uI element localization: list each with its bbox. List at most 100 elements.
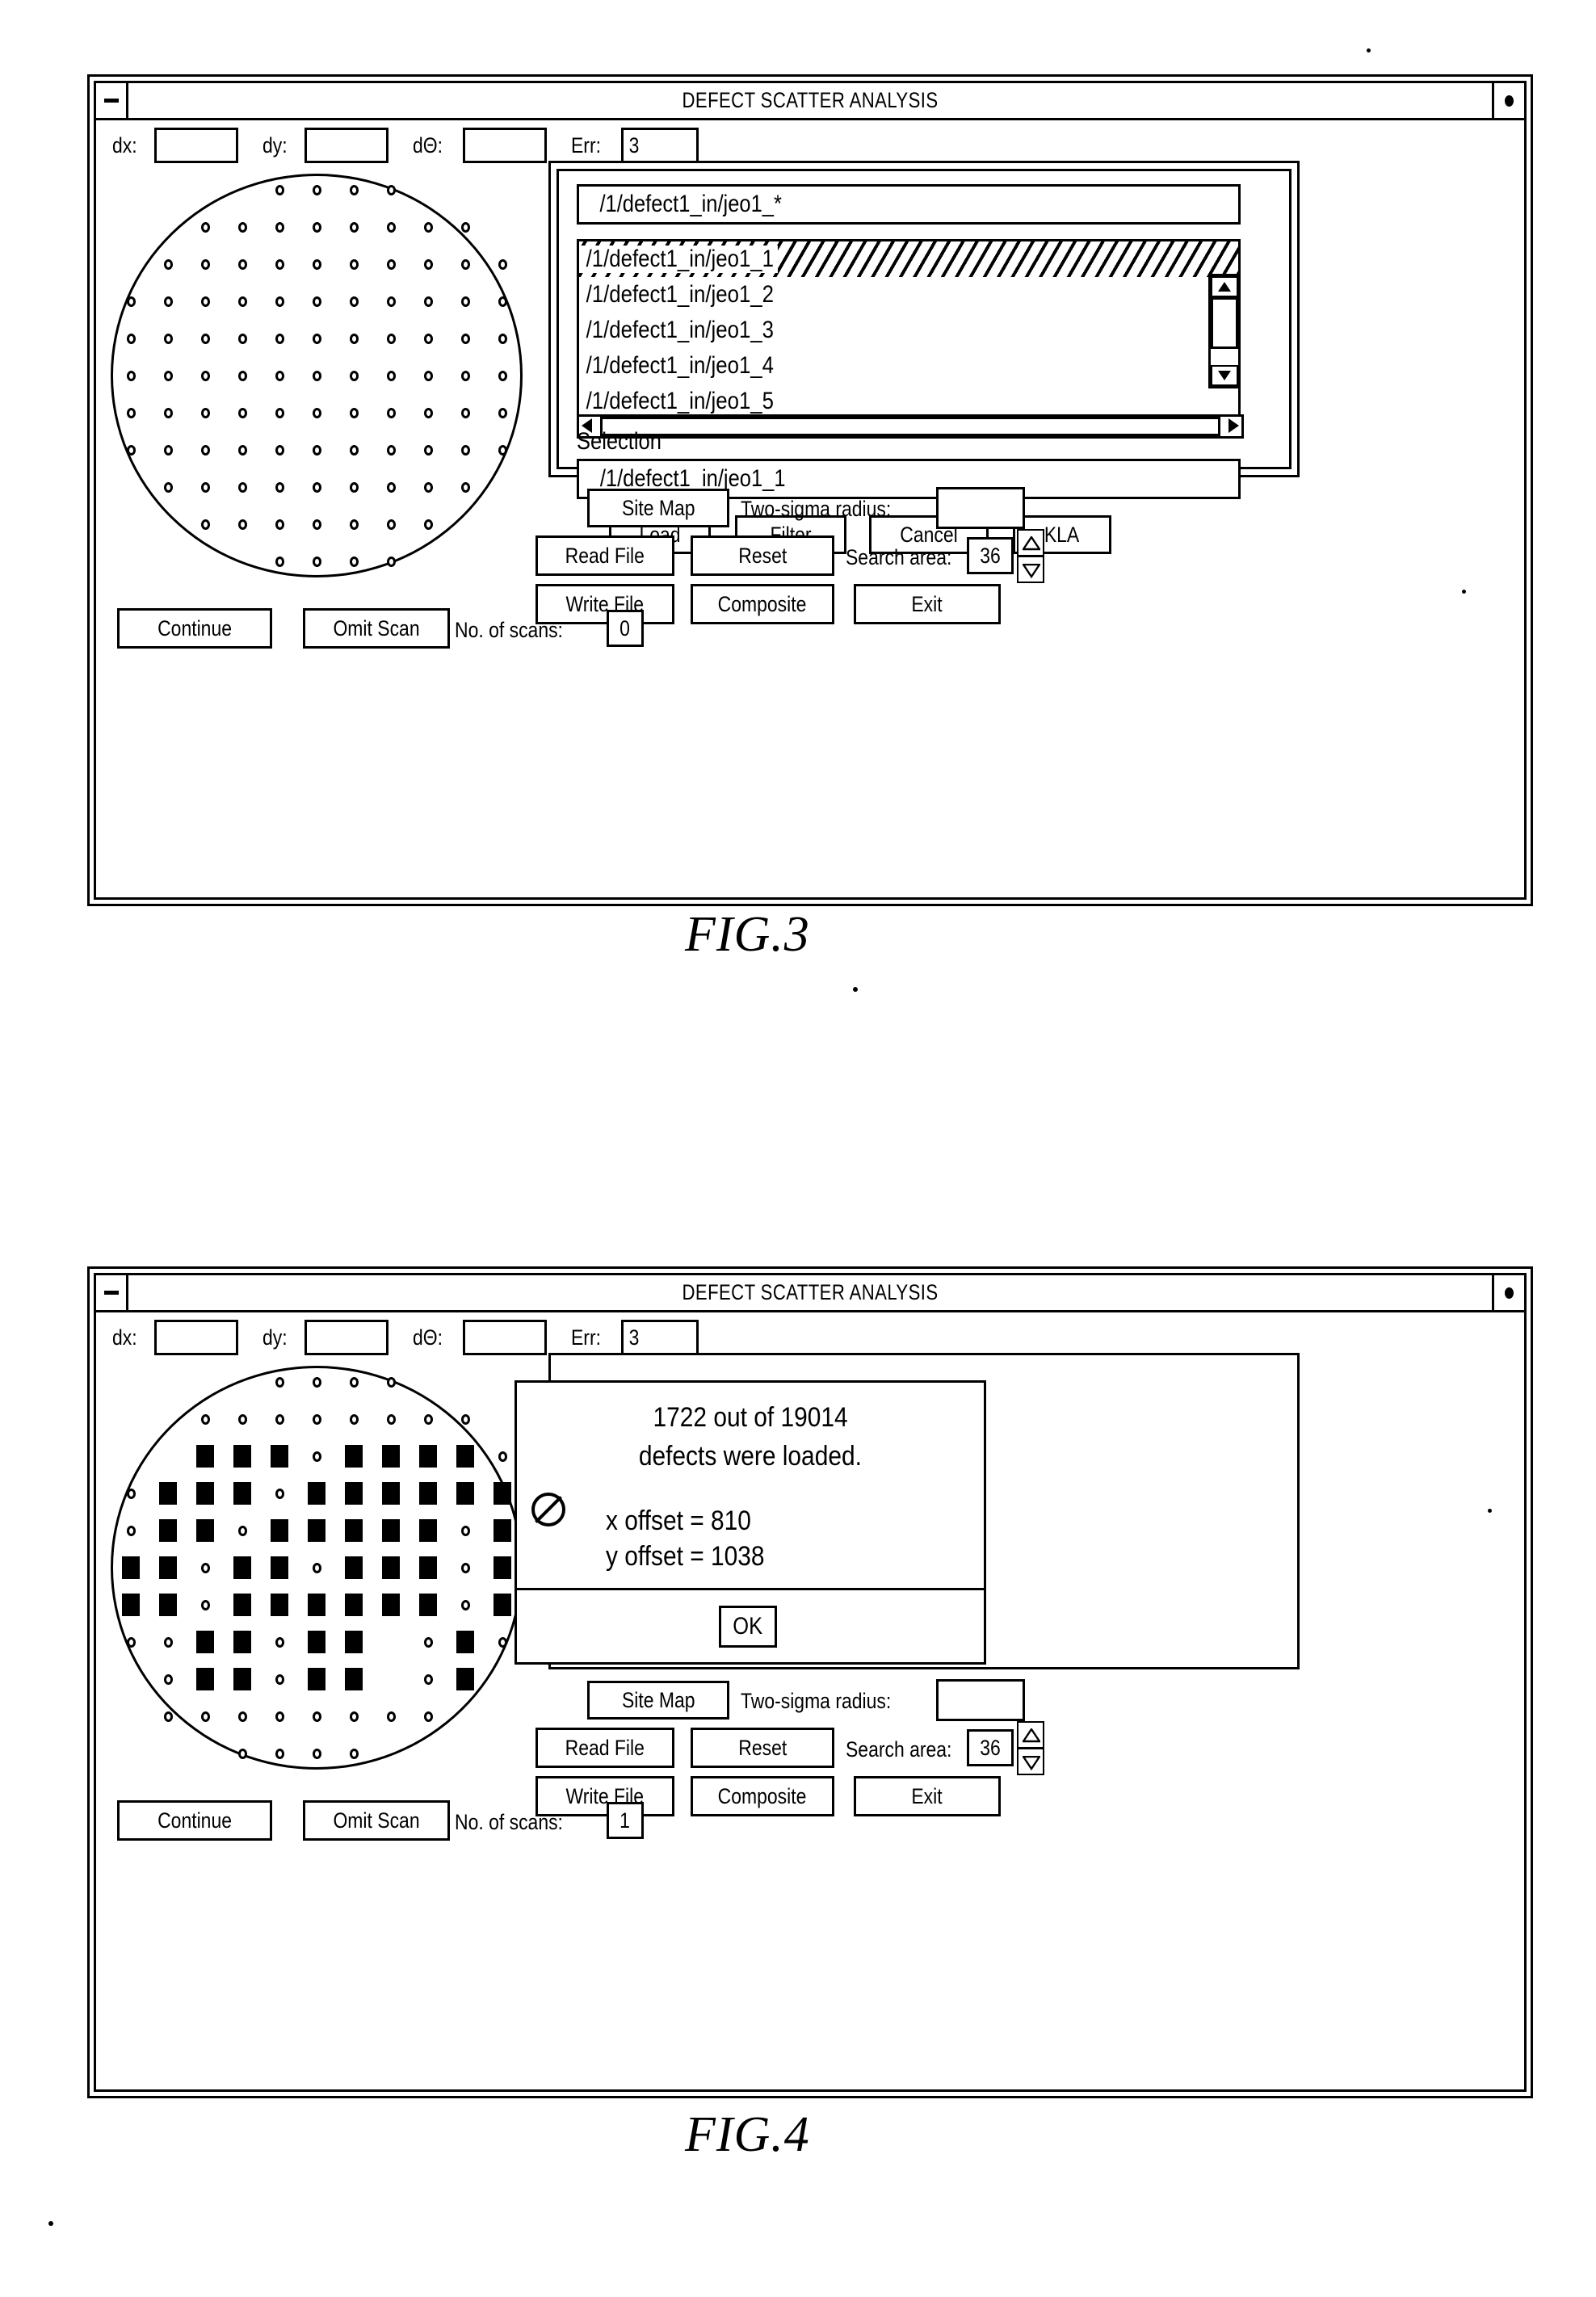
wafer-map-fig4[interactable] <box>111 1366 523 1770</box>
omit-scan-button[interactable]: Omit Scan <box>303 608 450 649</box>
empty-site <box>275 1636 284 1648</box>
h-scroll-thumb[interactable] <box>600 417 1220 436</box>
dy-input[interactable] <box>304 128 388 163</box>
dtheta-input[interactable] <box>463 128 547 163</box>
omit-scan-button[interactable]: Omit Scan <box>303 1800 450 1841</box>
reset-button[interactable]: Reset <box>691 535 834 576</box>
maximize-button[interactable] <box>1492 1275 1524 1310</box>
ok-button[interactable]: OK <box>719 1606 777 1648</box>
maximize-button[interactable] <box>1492 83 1524 118</box>
defect-site <box>308 1594 326 1616</box>
site-map-button[interactable]: Site Map <box>587 1681 729 1720</box>
read-file-button[interactable]: Read File <box>536 535 674 576</box>
defect-site <box>308 1519 326 1542</box>
minimize-button[interactable] <box>96 83 128 118</box>
list-item[interactable]: /1/defect1_in/jeo1_1 <box>579 241 1238 277</box>
exit-button[interactable]: Exit <box>854 1776 1001 1816</box>
scroll-right-arrow-icon[interactable] <box>1228 418 1239 433</box>
kla-button-label: KLA <box>1044 522 1080 547</box>
search-area-input[interactable]: 36 <box>967 537 1014 574</box>
scroll-down-arrow-icon <box>1218 371 1231 380</box>
defect-site <box>233 1631 251 1653</box>
list-item[interactable]: /1/defect1_in/jeo1_4 <box>579 348 1238 384</box>
err-input[interactable]: 3 <box>621 128 699 163</box>
empty-site <box>237 258 247 270</box>
figure-4: DEFECT SCATTER ANALYSIS dx: dy: dΘ: Err:… <box>87 1266 1533 2171</box>
vertical-scrollbar[interactable] <box>1208 274 1241 388</box>
empty-site <box>312 556 321 567</box>
defect-site <box>196 1445 214 1468</box>
empty-site <box>275 444 284 456</box>
empty-site <box>237 1711 247 1722</box>
continue-button[interactable]: Continue <box>117 1800 272 1841</box>
no-of-scans-label: No. of scans: <box>455 1810 563 1834</box>
two-sigma-input[interactable] <box>936 487 1025 529</box>
empty-site <box>460 1562 470 1573</box>
wafer-map-fig3[interactable] <box>111 174 523 577</box>
spinner-up-button[interactable] <box>1017 529 1044 556</box>
empty-site <box>200 1711 210 1722</box>
spinner-up-glyph <box>1023 536 1040 551</box>
scroll-down-button[interactable] <box>1211 365 1238 386</box>
spinner-up-button[interactable] <box>1017 1721 1044 1749</box>
empty-site <box>498 1451 507 1462</box>
exit-button[interactable]: Exit <box>854 584 1001 624</box>
empty-site <box>349 1711 359 1722</box>
defect-site <box>419 1594 437 1616</box>
empty-site <box>237 1748 247 1759</box>
empty-site <box>386 481 396 493</box>
empty-site <box>237 519 247 530</box>
continue-label: Continue <box>158 615 232 640</box>
empty-site <box>386 519 396 530</box>
empty-site <box>163 333 173 344</box>
defect-site <box>494 1594 511 1616</box>
empty-site <box>312 1748 321 1759</box>
scan-speck <box>1462 590 1466 594</box>
list-item[interactable]: /1/defect1_in/jeo1_2 <box>579 277 1238 313</box>
defect-site <box>345 1631 363 1653</box>
empty-site <box>163 296 173 307</box>
read-file-button[interactable]: Read File <box>536 1728 674 1768</box>
continue-button[interactable]: Continue <box>117 608 272 649</box>
empty-site <box>312 519 321 530</box>
err-input[interactable]: 3 <box>621 1320 699 1355</box>
search-area-input[interactable]: 36 <box>967 1729 1014 1766</box>
err-value: 3 <box>628 1325 640 1350</box>
spinner-down-button[interactable] <box>1017 556 1044 583</box>
empty-site <box>423 333 433 344</box>
no-of-scans-value-fig3[interactable]: 0 <box>607 610 644 647</box>
filter-input[interactable]: /1/defect1_in/jeo1_* <box>577 184 1241 225</box>
dy-input[interactable] <box>304 1320 388 1355</box>
list-item[interactable]: /1/defect1_in/jeo1_3 <box>579 313 1238 348</box>
dx-input[interactable] <box>154 128 238 163</box>
window-fig3: DEFECT SCATTER ANALYSIS dx: dy: dΘ: Err:… <box>87 74 1533 906</box>
composite-button[interactable]: Composite <box>691 584 834 624</box>
no-of-scans-value-fig4[interactable]: 1 <box>607 1802 644 1839</box>
defect-site <box>456 1668 474 1690</box>
minimize-button[interactable] <box>96 1275 128 1310</box>
composite-button[interactable]: Composite <box>691 1776 834 1816</box>
empty-site <box>423 1673 433 1685</box>
empty-site <box>163 1636 173 1648</box>
scroll-thumb[interactable] <box>1211 297 1238 349</box>
two-sigma-input[interactable] <box>936 1679 1025 1721</box>
site-map-button[interactable]: Site Map <box>587 489 729 527</box>
reset-button[interactable]: Reset <box>691 1728 834 1768</box>
no-of-scans-value: 1 <box>620 1808 631 1833</box>
empty-site <box>423 1636 433 1648</box>
empty-site <box>349 296 359 307</box>
empty-site <box>126 296 136 307</box>
scroll-up-button[interactable] <box>1211 276 1238 297</box>
horizontal-scrollbar[interactable] <box>577 414 1244 439</box>
dx-input[interactable] <box>154 1320 238 1355</box>
dtheta-input[interactable] <box>463 1320 547 1355</box>
spinner-down-button[interactable] <box>1017 1748 1044 1775</box>
search-area-spinner[interactable] <box>1017 1721 1046 1775</box>
dtheta-label: dΘ: <box>413 132 443 157</box>
empty-site <box>423 481 433 493</box>
two-sigma-label: Two-sigma radius: <box>741 497 892 521</box>
empty-site <box>163 444 173 456</box>
empty-site <box>423 1711 433 1722</box>
search-area-spinner[interactable] <box>1017 529 1046 583</box>
empty-site <box>460 444 470 456</box>
